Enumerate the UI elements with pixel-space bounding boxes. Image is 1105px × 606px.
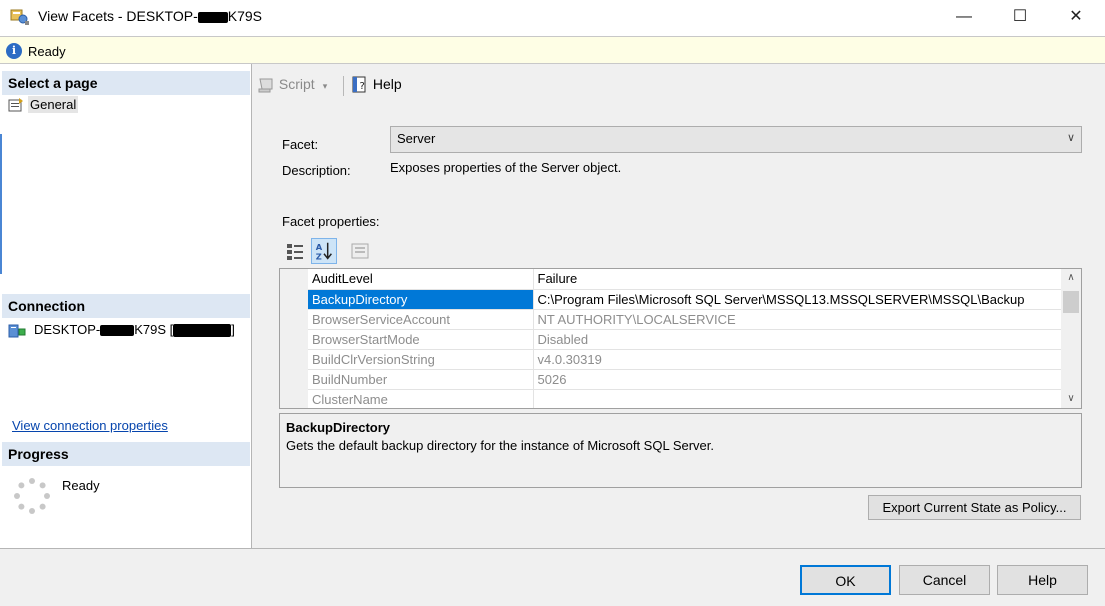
property-name[interactable]: BackupDirectory <box>308 289 534 310</box>
cancel-button[interactable]: Cancel <box>899 565 990 595</box>
general-page-icon <box>8 97 23 112</box>
chevron-down-icon: ∨ <box>1066 132 1075 144</box>
right-pane: Script ▾ ? Help Facet: Server ∨ Descripti… <box>253 64 1105 548</box>
pane-accent <box>0 134 2 274</box>
facet-label: Facet: <box>282 137 319 152</box>
info-icon: i <box>6 43 22 59</box>
help-toolbar-button[interactable]: ? Help <box>351 76 402 94</box>
connection-header: Connection <box>2 294 250 318</box>
status-bar: i Ready <box>0 36 1105 64</box>
page-item-general[interactable]: General <box>8 96 79 114</box>
property-row[interactable]: ClusterName <box>308 389 1062 408</box>
facet-select-value: Server <box>397 131 436 146</box>
property-value[interactable]: v4.0.30319 <box>533 349 1062 370</box>
export-current-state-as-policy-button[interactable]: Export Current State as Policy... <box>868 495 1081 520</box>
property-name[interactable]: BrowserServiceAccount <box>308 309 534 330</box>
toolbar-separator <box>343 76 344 96</box>
progress-spinner-icon <box>14 478 50 514</box>
left-pane: Select a page General Connection DESKTOP… <box>0 64 252 548</box>
property-description-text: Gets the default backup directory for th… <box>286 438 715 453</box>
minimize-button[interactable]: — <box>941 0 987 34</box>
property-pages-icon[interactable] <box>347 238 373 264</box>
property-value[interactable] <box>533 389 1062 408</box>
property-name[interactable]: BrowserStartMode <box>308 329 534 350</box>
description-value: Exposes properties of the Server object. <box>390 160 622 175</box>
property-grid-scrollbar[interactable]: ∧ ∨ <box>1061 269 1081 408</box>
dialog-footer: OK Cancel Help <box>0 548 1105 606</box>
property-value[interactable]: Failure <box>533 269 1062 290</box>
toolbar: Script ▾ ? Help <box>253 64 1105 104</box>
scrollbar-thumb[interactable] <box>1063 291 1079 313</box>
property-name[interactable]: BuildClrVersionString <box>308 349 534 370</box>
progress-status-text: Ready <box>62 478 100 493</box>
property-value[interactable]: C:\Program Files\Microsoft SQL Server\MS… <box>533 289 1062 310</box>
maximize-button[interactable]: ☐ <box>997 0 1043 34</box>
property-row[interactable]: BackupDirectory C:\Program Files\Microsof… <box>308 289 1062 310</box>
property-name[interactable]: AuditLevel <box>308 269 534 290</box>
property-value[interactable]: NT AUTHORITY\LOCALSERVICE <box>533 309 1062 330</box>
categorized-icon[interactable] <box>283 238 309 264</box>
property-row[interactable]: BuildClrVersionString v4.0.30319 <box>308 349 1062 370</box>
page-item-label: General <box>28 96 79 114</box>
property-value[interactable]: 5026 <box>533 369 1062 390</box>
scroll-up-icon[interactable]: ∧ <box>1061 269 1081 287</box>
progress-header: Progress <box>2 442 250 466</box>
property-row[interactable]: BrowserStartMode Disabled <box>308 329 1062 350</box>
property-row[interactable]: BuildNumber 5026 <box>308 369 1062 390</box>
property-description-panel: BackupDirectory Gets the default backup … <box>279 413 1082 488</box>
property-row[interactable]: BrowserServiceAccount NT AUTHORITY\LOCALS… <box>308 309 1062 330</box>
title-bar: View Facets - DESKTOP- K79S — ☐ ✕ <box>0 0 1105 36</box>
redacted-text <box>100 325 135 337</box>
facet-properties-label: Facet properties: <box>282 214 380 229</box>
property-row[interactable]: AuditLevel Failure <box>308 269 1062 290</box>
select-page-header: Select a page <box>2 71 250 95</box>
close-button[interactable]: ✕ <box>1053 0 1099 34</box>
property-name[interactable]: ClusterName <box>308 389 534 408</box>
description-label: Description: <box>282 163 351 178</box>
server-connection-icon <box>8 324 26 338</box>
alphabetical-sort-icon[interactable]: A Z <box>311 238 337 264</box>
property-grid[interactable]: AuditLevel Failure BackupDirectory C:\Progr… <box>279 268 1082 409</box>
script-dropdown-caret-icon[interactable]: ▾ <box>323 81 328 91</box>
redacted-text <box>173 324 232 338</box>
property-description-title: BackupDirectory <box>286 420 391 435</box>
property-value[interactable]: Disabled <box>533 329 1062 350</box>
svg-text:?: ? <box>360 81 365 92</box>
help-book-icon: ? <box>352 76 366 93</box>
redacted-text <box>197 11 228 23</box>
property-table: AuditLevel Failure BackupDirectory C:\Progr… <box>308 269 1062 408</box>
help-button[interactable]: Help <box>997 565 1088 595</box>
facet-select[interactable]: Server ∨ <box>390 126 1082 153</box>
script-icon <box>258 78 273 93</box>
view-connection-properties-link[interactable]: View connection properties <box>12 418 168 433</box>
property-name[interactable]: BuildNumber <box>308 369 534 390</box>
window-title: View Facets - DESKTOP- K79S <box>38 8 262 24</box>
view-facets-app-icon <box>10 9 29 25</box>
script-button[interactable]: Script ▾ <box>257 76 327 93</box>
scroll-down-icon[interactable]: ∨ <box>1061 390 1081 408</box>
ok-button[interactable]: OK <box>800 565 891 595</box>
property-grid-gutter <box>280 269 308 408</box>
status-text: Ready <box>28 44 66 59</box>
connection-item: DESKTOP- K79S [] <box>8 322 235 340</box>
svg-text:Z: Z <box>316 251 322 261</box>
